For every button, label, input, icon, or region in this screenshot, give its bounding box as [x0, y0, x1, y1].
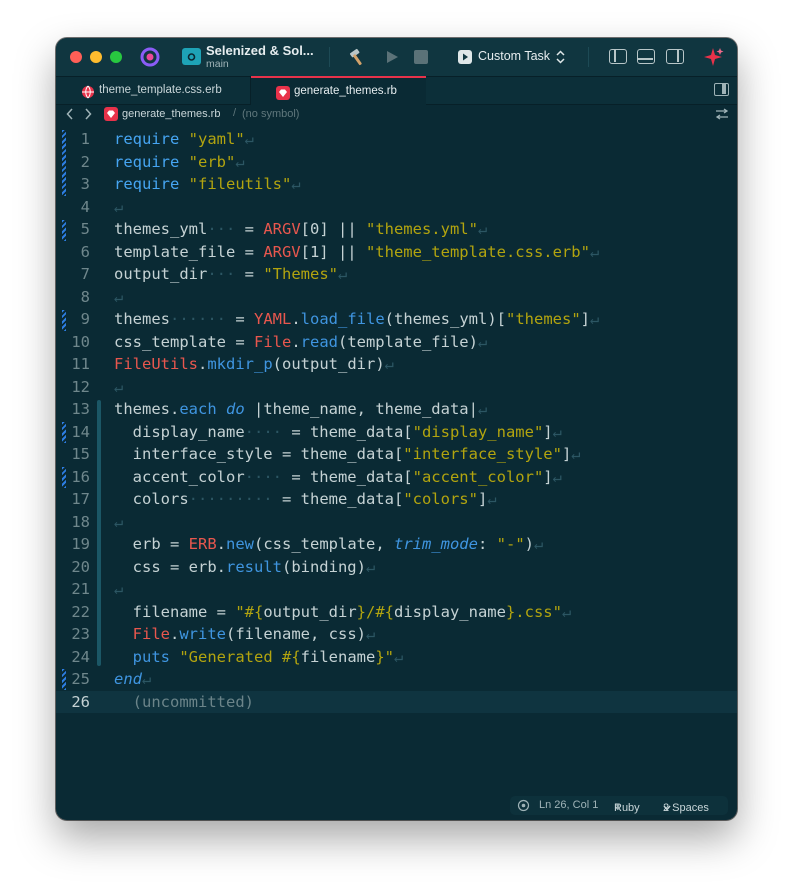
line-number: 26: [71, 692, 90, 711]
line-number: 6: [80, 242, 90, 261]
breadcrumb-file[interactable]: generate_themes.rb: [122, 108, 220, 120]
line-number: 5: [80, 220, 90, 238]
tab-bar: theme_template.css.erb generate_themes.r…: [56, 76, 737, 105]
split-arrows-icon[interactable]: [715, 108, 729, 123]
code-line: css_template = File.read(template_file)↵: [114, 332, 488, 351]
status-bar: Ln 26, Col 1 Ruby ⬍ 2 Spaces: [510, 796, 728, 815]
line-number: 9: [80, 310, 90, 328]
sidebar-right-icon[interactable]: [666, 49, 684, 64]
scheme-selector[interactable]: Custom Task: [456, 47, 571, 67]
gear-icon[interactable]: [517, 799, 530, 815]
line-number: 16: [71, 467, 90, 486]
line-number: 3: [80, 175, 90, 193]
code-line: ↵: [114, 512, 124, 531]
line-number: 21: [71, 580, 90, 598]
app-logo-icon[interactable]: [140, 47, 160, 67]
chevron-left-icon[interactable]: [66, 108, 74, 123]
code-line: filename = "#{output_dir}/#{display_name…: [114, 602, 572, 621]
line-number: 14: [71, 422, 90, 441]
line-number: 25: [71, 670, 90, 688]
code-line: erb = ERB.new(css_template, trim_mode: "…: [114, 535, 544, 553]
jump-bar: generate_themes.rb / (no symbol): [56, 104, 737, 126]
line-number: 12: [71, 377, 90, 396]
code-line: template_file = ARGV[1] || "theme_templa…: [114, 242, 600, 261]
code-line: (uncommitted): [132, 692, 254, 711]
sparkle-icon[interactable]: [703, 46, 725, 73]
tab-label: generate_themes.rb: [294, 85, 397, 97]
code-line: themes_yml··· = ARGV[0] || "themes.yml"↵: [114, 220, 488, 238]
line-number: 7: [80, 265, 90, 283]
editor-window: Selenized & Sol... main Custom Task them…: [56, 38, 737, 820]
tab-label: theme_template.css.erb: [99, 84, 222, 96]
code-line: ↵: [114, 580, 124, 598]
close-window-button[interactable]: [70, 51, 82, 63]
line-number: 18: [71, 512, 90, 531]
code-line: themes······ = YAML.load_file(themes_yml…: [114, 310, 600, 328]
play-icon: [458, 50, 472, 64]
code-line: ↵: [114, 287, 124, 306]
zoom-window-button[interactable]: [110, 51, 122, 63]
code-line: require "erb"↵: [114, 152, 245, 171]
line-number: 23: [71, 625, 90, 643]
run-icon[interactable]: [384, 49, 400, 70]
code-line: css = erb.result(binding)↵: [114, 557, 376, 576]
chevron-right-icon[interactable]: [84, 108, 92, 123]
code-line: end↵: [114, 670, 152, 688]
line-number: 20: [71, 557, 90, 576]
code-line: FileUtils.mkdir_p(output_dir)↵: [114, 355, 394, 373]
chevron-down-icon: [663, 802, 671, 814]
code-editor[interactable]: 1 require "yaml"↵ 2 require "erb"↵ 3 requir…: [56, 128, 737, 798]
panel-bottom-icon[interactable]: [637, 49, 655, 64]
project-name[interactable]: Selenized & Sol...: [206, 43, 314, 58]
title-bar: Selenized & Sol... main Custom Task: [56, 38, 737, 76]
current-line: 26 (uncommitted): [56, 690, 737, 713]
line-number: 4: [80, 197, 90, 216]
line-number: 11: [71, 355, 90, 373]
stop-icon[interactable]: [414, 50, 428, 64]
line-number: 22: [71, 602, 90, 621]
line-number: 2: [80, 152, 90, 171]
code-line: accent_color···· = theme_data["accent_co…: [114, 467, 562, 486]
line-number: 8: [80, 287, 90, 306]
breadcrumb-separator: /: [233, 107, 237, 119]
line-number: 10: [71, 332, 90, 351]
inspector-icon[interactable]: [714, 83, 729, 96]
line-number: 24: [71, 647, 90, 666]
line-number: 1: [80, 130, 90, 148]
folder-gear-icon[interactable]: [182, 48, 201, 65]
ruby-icon: [104, 107, 118, 124]
code-line: File.write(filename, css)↵: [114, 625, 376, 643]
breadcrumb-symbol[interactable]: (no symbol): [242, 108, 299, 120]
code-line: colors········· = theme_data["colors"]↵: [114, 490, 497, 508]
line-number: 17: [71, 490, 90, 508]
chevron-updown-icon: [556, 50, 565, 69]
line-number: 13: [71, 400, 90, 418]
chevron-updown-icon: ⬍: [614, 802, 622, 812]
sidebar-left-icon[interactable]: [609, 49, 627, 64]
tab-generate-themes[interactable]: generate_themes.rb: [251, 76, 426, 105]
code-line: require "yaml"↵: [114, 130, 255, 148]
minimize-window-button[interactable]: [90, 51, 102, 63]
branch-name[interactable]: main: [206, 58, 229, 70]
line-number: 19: [71, 535, 90, 553]
tab-theme-template[interactable]: theme_template.css.erb: [56, 77, 251, 104]
code-line: require "fileutils"↵: [114, 175, 301, 193]
code-line: interface_style = theme_data["interface_…: [114, 445, 581, 463]
scheme-label: Custom Task: [478, 49, 551, 63]
code-line: puts "Generated #{filename}"↵: [114, 647, 404, 666]
hammer-icon[interactable]: [348, 48, 368, 72]
code-line: output_dir··· = "Themes"↵: [114, 265, 348, 283]
cursor-position[interactable]: Ln 26, Col 1: [539, 799, 598, 811]
code-line: ↵: [114, 197, 124, 216]
code-line: themes.each do |theme_name, theme_data|↵: [114, 400, 488, 418]
line-number: 15: [71, 445, 90, 463]
code-line: display_name···· = theme_data["display_n…: [114, 422, 562, 441]
code-line: ↵: [114, 377, 124, 396]
